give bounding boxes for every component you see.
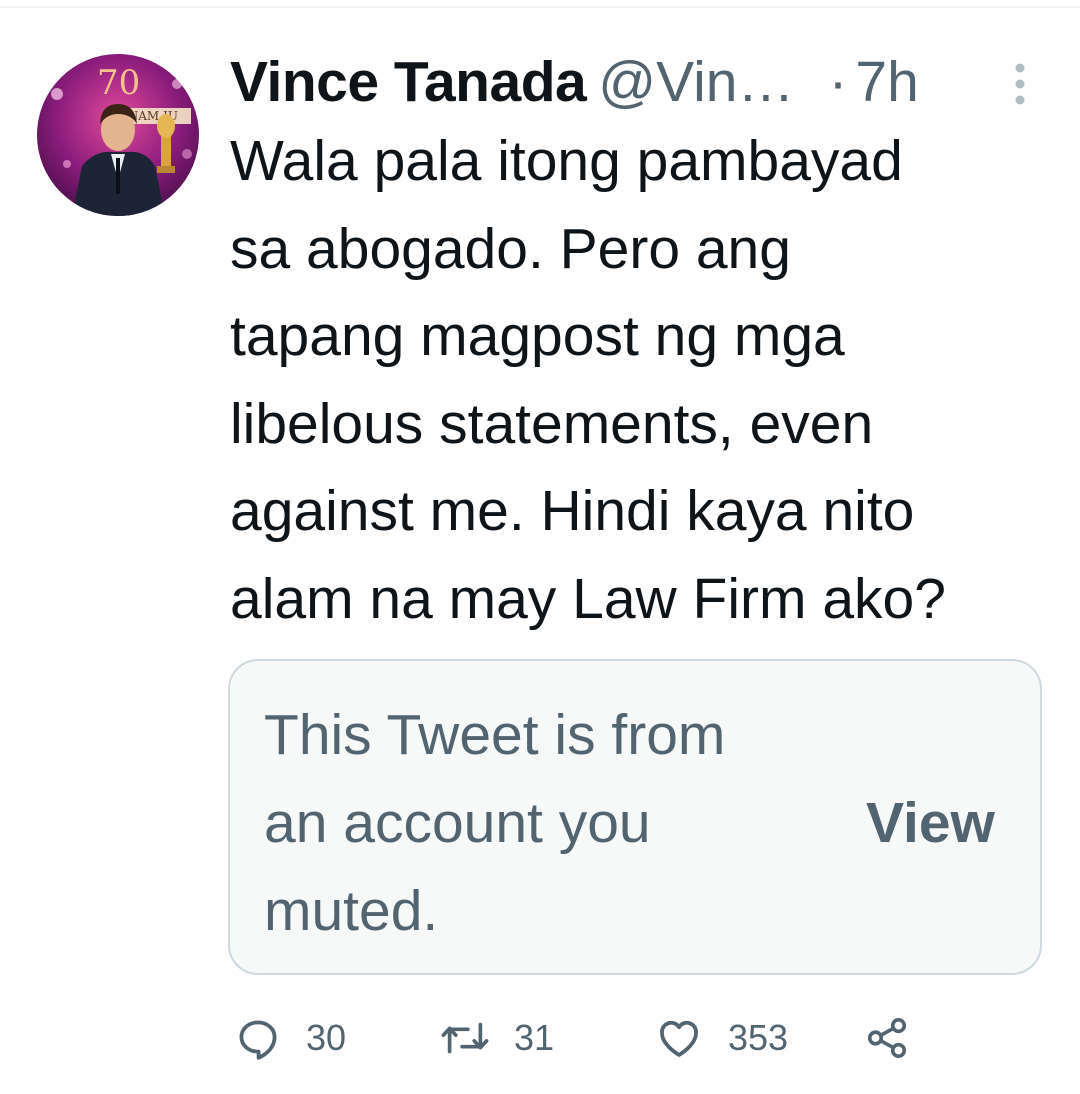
svg-text:70: 70 (97, 63, 140, 103)
muted-tweet-card[interactable]: This Tweet is from an account you muted.… (228, 659, 1042, 975)
display-name[interactable]: Vince Tanada (230, 50, 587, 114)
reply-button[interactable]: 30 (234, 1008, 346, 1068)
tweet-header: Vince Tanada @Vin… · 7h (230, 50, 1030, 114)
more-icon[interactable] (1010, 62, 1030, 106)
top-divider (0, 6, 1080, 8)
tweet-actions: 30 31 353 (230, 1008, 1030, 1068)
retweet-icon (440, 1014, 490, 1062)
muted-message: This Tweet is from an account you muted. (264, 703, 726, 943)
like-icon (654, 1014, 704, 1062)
reply-icon (234, 1014, 282, 1062)
retweet-button[interactable]: 31 (440, 1008, 554, 1068)
retweet-count: 31 (514, 1017, 555, 1058)
share-button[interactable] (864, 1008, 910, 1068)
timestamp[interactable]: 7h (855, 50, 918, 114)
reply-count: 30 (306, 1017, 347, 1058)
share-icon (864, 1015, 910, 1061)
separator: · (828, 50, 848, 114)
avatar[interactable]: 70 INAM JU (37, 54, 199, 216)
user-handle[interactable]: @Vin… (598, 50, 794, 114)
like-count: 353 (728, 1017, 789, 1058)
view-button[interactable]: View (866, 779, 995, 867)
like-button[interactable]: 353 (654, 1008, 788, 1068)
avatar-image: 70 INAM JU (37, 54, 199, 216)
tweet-text: Wala pala itong pambayad sa abogado. Per… (230, 129, 946, 631)
